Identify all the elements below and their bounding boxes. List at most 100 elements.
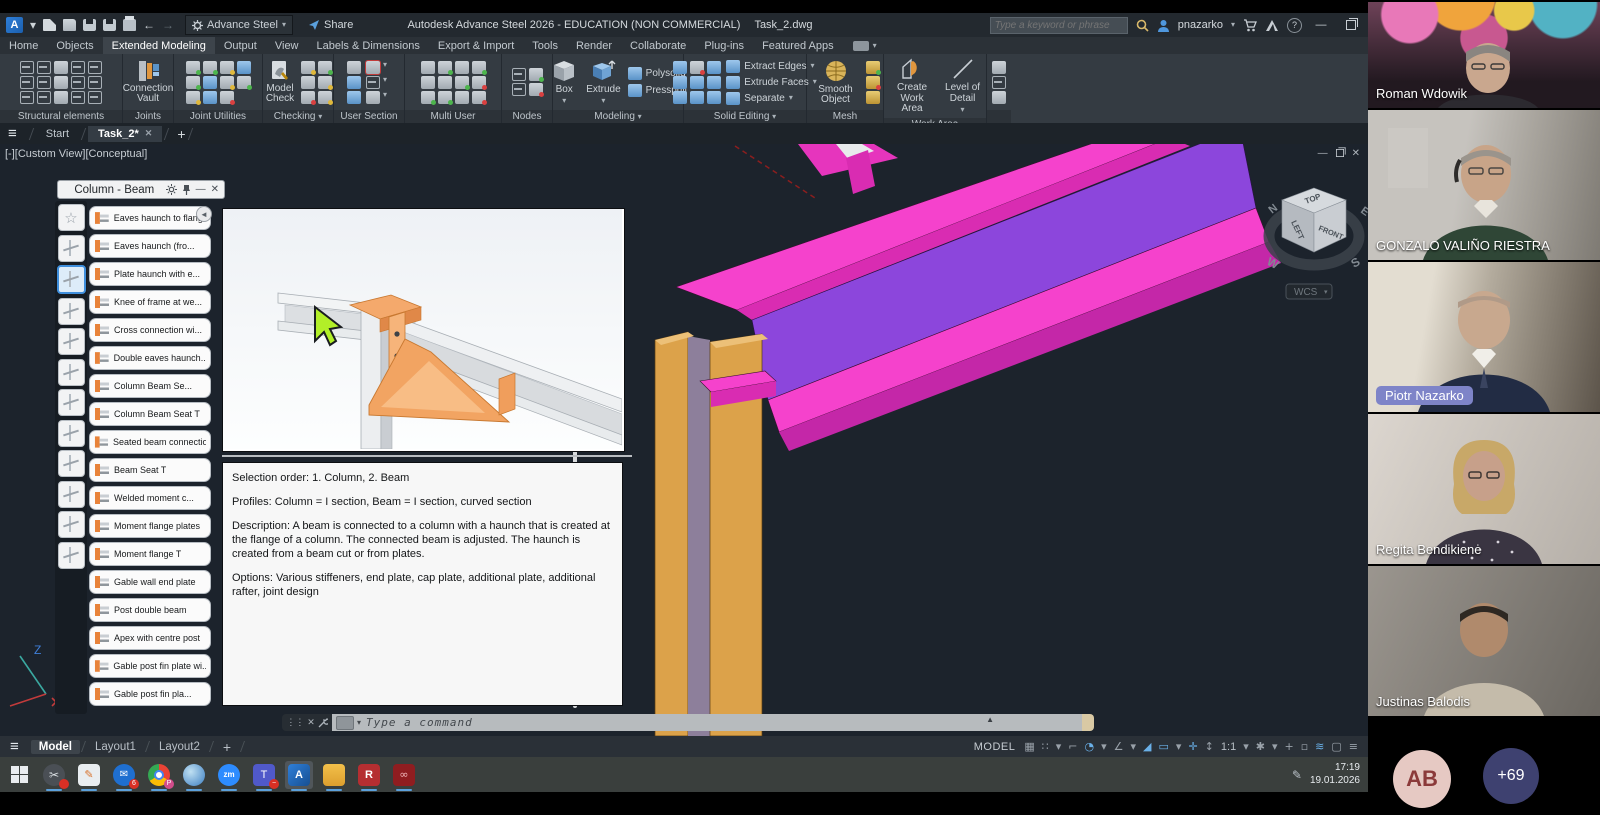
- ribbon-icon[interactable]: [20, 91, 34, 104]
- ribbon-icon[interactable]: [88, 61, 102, 74]
- undo-icon[interactable]: ←: [143, 19, 155, 31]
- teams-app-icon[interactable]: T−: [253, 764, 275, 786]
- help-button[interactable]: ?: [1287, 18, 1302, 33]
- category-icon[interactable]: [58, 511, 85, 538]
- start-button[interactable]: [8, 764, 30, 786]
- ribbon-icon[interactable]: [186, 76, 200, 89]
- panel-caret-icon[interactable]: ▾: [383, 91, 391, 104]
- ribbon-icon[interactable]: [866, 91, 880, 104]
- extrude-faces-button[interactable]: Extrude Faces▾: [726, 76, 817, 89]
- tab-task2[interactable]: Task_2* ✕: [88, 126, 162, 142]
- new-file-icon[interactable]: [43, 19, 56, 31]
- app-menu-caret-icon[interactable]: ▾: [30, 19, 36, 31]
- panel-caret-icon[interactable]: ▾: [772, 112, 776, 121]
- ribbon-icon[interactable]: [20, 76, 34, 89]
- annotation-monitor-icon[interactable]: ▫: [1301, 740, 1308, 753]
- lineweight-toggle-icon[interactable]: ▭: [1159, 740, 1169, 753]
- model-viewport[interactable]: [-][Custom View][Conceptual] — ✕ N W S E…: [0, 144, 1368, 736]
- ribbon-icon[interactable]: [673, 76, 687, 89]
- username-label[interactable]: pnazarko: [1178, 19, 1223, 31]
- redo-icon[interactable]: →: [162, 19, 174, 31]
- ribbon-icon[interactable]: [866, 61, 880, 74]
- category-icon[interactable]: [58, 328, 85, 355]
- connection-item[interactable]: Moment flange T: [89, 542, 211, 566]
- panel-caret-icon[interactable]: ▾: [318, 112, 322, 121]
- ribbon-icon[interactable]: [318, 76, 332, 89]
- cart-icon[interactable]: [1243, 19, 1257, 32]
- extract-edges-button[interactable]: Extract Edges▾: [726, 60, 817, 73]
- zoom-app-icon[interactable]: zm: [218, 764, 240, 786]
- ribbon-icon[interactable]: [54, 91, 68, 104]
- ribbon-display-icon[interactable]: [853, 41, 869, 51]
- snipping-tool-icon[interactable]: ✂: [43, 764, 65, 786]
- connection-item[interactable]: Eaves haunch to flange: [89, 206, 211, 230]
- model-space-indicator[interactable]: MODEL: [974, 741, 1016, 753]
- ribbon-icon[interactable]: [690, 91, 704, 104]
- ribbon-icon[interactable]: [237, 76, 251, 89]
- ribbon-icon[interactable]: [472, 91, 486, 104]
- tab-start[interactable]: Start: [36, 126, 79, 142]
- command-grip-icon[interactable]: ⋮⋮: [286, 717, 304, 728]
- file-explorer-icon[interactable]: [323, 764, 345, 786]
- scale-caret-icon[interactable]: ▾: [1243, 741, 1249, 752]
- command-input[interactable]: ▾ Type a command ▲: [332, 714, 1082, 731]
- connection-item[interactable]: Plate haunch with e...: [89, 262, 211, 286]
- ribbon-icon[interactable]: [529, 83, 543, 96]
- category-icon[interactable]: [58, 450, 85, 477]
- connection-item[interactable]: Knee of frame at we...: [89, 290, 211, 314]
- ribbon-icon[interactable]: [707, 76, 721, 89]
- annotation-scale-label[interactable]: 1:1: [1221, 741, 1236, 753]
- user-caret-icon[interactable]: ▾: [1231, 21, 1235, 29]
- ribbon-icon[interactable]: [512, 83, 526, 96]
- ribbon-icon[interactable]: [455, 91, 469, 104]
- category-icon[interactable]: [58, 359, 85, 386]
- panel-caret-icon[interactable]: ▾: [638, 112, 642, 121]
- window-restore-button[interactable]: [1340, 16, 1362, 34]
- search-input[interactable]: [990, 17, 1128, 34]
- panel-caret-icon[interactable]: ▾: [383, 61, 391, 74]
- palette-scroll-icon[interactable]: ◄: [196, 206, 212, 222]
- category-icon[interactable]: [58, 298, 85, 325]
- panel-splitter[interactable]: [222, 455, 632, 457]
- palette-title-bar[interactable]: Column - Beam — ✕: [57, 180, 225, 199]
- ribbon-icon[interactable]: [88, 76, 102, 89]
- palette-pin-icon[interactable]: [182, 184, 191, 195]
- isolate-objects-icon[interactable]: ≋: [1315, 740, 1324, 753]
- level-of-detail-button[interactable]: Level of Detail ▾: [942, 56, 983, 115]
- connection-item[interactable]: Beam Seat T: [89, 458, 211, 482]
- ribbon-icon[interactable]: [37, 76, 51, 89]
- ribbon-icon[interactable]: [88, 91, 102, 104]
- command-resize-handle[interactable]: [1082, 714, 1094, 731]
- search-icon[interactable]: [1136, 19, 1149, 32]
- ribbon-icon[interactable]: [237, 61, 251, 74]
- ribbon-icon[interactable]: [421, 76, 435, 89]
- tab-output[interactable]: Output: [215, 37, 266, 54]
- ribbon-icon[interactable]: [20, 61, 34, 74]
- ribbon-icon[interactable]: [472, 76, 486, 89]
- command-history-icon[interactable]: ▲: [986, 715, 994, 724]
- ribbon-icon[interactable]: [421, 61, 435, 74]
- ribbon-icon[interactable]: [220, 61, 234, 74]
- tab-extended-modeling[interactable]: Extended Modeling: [103, 37, 215, 54]
- ribbon-icon[interactable]: [690, 76, 704, 89]
- tab-render[interactable]: Render: [567, 37, 621, 54]
- ribbon-icon[interactable]: [186, 91, 200, 104]
- save-as-icon[interactable]: [103, 19, 116, 31]
- app-logo-icon[interactable]: A: [6, 17, 23, 33]
- palette-collapse-icon[interactable]: —: [196, 184, 206, 195]
- snap-toggle-icon[interactable]: ∷: [1042, 740, 1049, 753]
- command-close-icon[interactable]: ✕: [307, 717, 315, 728]
- ribbon-icon[interactable]: [301, 61, 315, 74]
- tab-close-icon[interactable]: ✕: [145, 128, 153, 139]
- viewcube[interactable]: N W S E TOP LEFT FRONT WCS ▾: [1258, 172, 1368, 304]
- ribbon-icon[interactable]: [438, 91, 452, 104]
- acrobat-icon[interactable]: ∞: [393, 764, 415, 786]
- vp-close-button[interactable]: ✕: [1352, 148, 1360, 159]
- ribbon-icon[interactable]: [54, 76, 68, 89]
- ribbon-icon[interactable]: [455, 76, 469, 89]
- tab-objects[interactable]: Objects: [47, 37, 102, 54]
- ribbon-icon[interactable]: [71, 76, 85, 89]
- settings-gear-icon[interactable]: ✱: [1256, 740, 1265, 753]
- panel-caret-icon[interactable]: ▾: [383, 76, 391, 89]
- isodraft-caret-icon[interactable]: ▾: [1131, 741, 1137, 752]
